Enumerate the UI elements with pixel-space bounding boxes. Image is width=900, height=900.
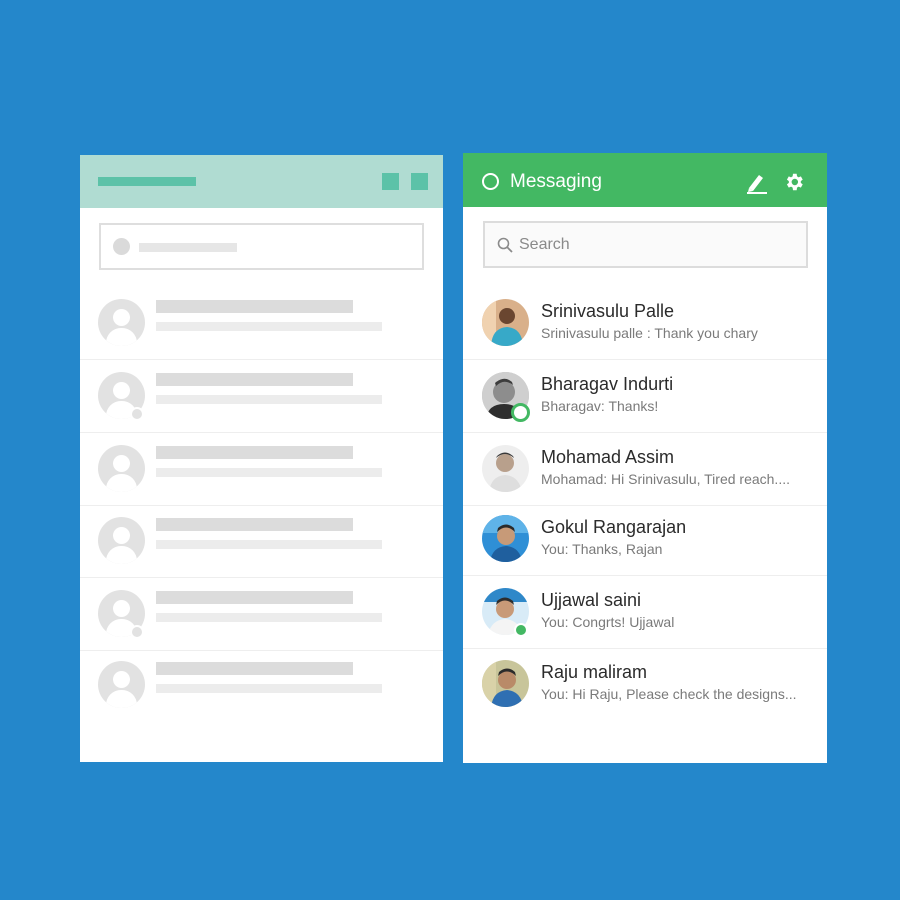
wireframe-list-item <box>80 578 443 651</box>
wireframe-line <box>156 468 382 477</box>
conversation-item[interactable]: Raju maliram You: Hi Raju, Please check … <box>463 648 827 721</box>
avatar <box>482 515 529 562</box>
wireframe-line <box>156 300 353 313</box>
messaging-panel: Messaging Srinivasulu Palle Srinivasulu … <box>463 153 827 763</box>
wireframe-list-item <box>80 287 443 360</box>
wireframe-button-placeholder <box>382 173 399 190</box>
conversation-item[interactable]: Ujjawal saini You: Congrts! Ujjawal <box>463 576 827 649</box>
conversation-name: Srinivasulu Palle <box>541 301 675 321</box>
wireframe-avatar-icon <box>98 661 145 708</box>
search-box[interactable] <box>483 221 808 268</box>
page-title: Messaging <box>510 171 602 192</box>
conversation-item[interactable]: Gokul Rangarajan You: Thanks, Rajan <box>463 503 827 576</box>
wireframe-panel <box>80 155 443 762</box>
conversation-name: Ujjawal saini <box>541 590 642 610</box>
wireframe-line <box>156 540 382 549</box>
wireframe-line <box>156 446 353 459</box>
conversation-preview: You: Hi Raju, Please check the designs..… <box>541 686 797 702</box>
wireframe-status-dot <box>130 407 144 421</box>
wireframe-line <box>156 613 382 622</box>
conversation-item[interactable]: Mohamad Assim Mohamad: Hi Srinivasulu, T… <box>463 433 827 506</box>
wireframe-search-placeholder <box>99 223 424 270</box>
conversation-preview: Bharagav: Thanks! <box>541 398 659 414</box>
avatar <box>482 445 529 492</box>
online-status-icon <box>514 623 528 637</box>
wireframe-line <box>156 662 353 675</box>
conversation-name: Gokul Rangarajan <box>541 517 687 537</box>
wireframe-search-icon <box>113 238 130 255</box>
wireframe-line <box>156 373 353 386</box>
wireframe-line <box>156 518 353 531</box>
conversation-name: Bharagav Indurti <box>541 374 674 394</box>
avatar <box>482 299 529 346</box>
wireframe-list-item <box>80 505 443 578</box>
conversation-name: Raju maliram <box>541 662 648 682</box>
wireframe-avatar-icon <box>98 299 145 346</box>
wireframe-search-text-placeholder <box>139 243 237 252</box>
wireframe-list-item <box>80 649 443 722</box>
search-icon <box>497 237 513 253</box>
wireframe-avatar-icon <box>98 517 145 564</box>
wireframe-list-item <box>80 360 443 433</box>
wireframe-status-dot <box>130 625 144 639</box>
wireframe-header <box>80 155 443 208</box>
wireframe-line <box>156 684 382 693</box>
wireframe-line <box>156 591 353 604</box>
gear-icon[interactable] <box>783 171 805 193</box>
search-input[interactable] <box>519 235 789 255</box>
conversation-preview: Srinivasulu palle : Thank you chary <box>541 325 758 341</box>
conversation-preview: Mohamad: Hi Srinivasulu, Tired reach.... <box>541 471 790 487</box>
wireframe-list-item <box>80 433 443 506</box>
online-status-icon <box>511 403 530 422</box>
wireframe-line <box>156 322 382 331</box>
avatar <box>482 660 529 707</box>
conversation-preview: You: Congrts! Ujjawal <box>541 614 675 630</box>
conversation-item[interactable]: Bharagav Indurti Bharagav: Thanks! <box>463 360 827 433</box>
wireframe-line <box>156 395 382 404</box>
conversation-preview: You: Thanks, Rajan <box>541 541 663 557</box>
compose-icon[interactable] <box>746 172 768 194</box>
conversation-item[interactable]: Srinivasulu Palle Srinivasulu palle : Th… <box>463 287 827 360</box>
messaging-header: Messaging <box>463 153 827 207</box>
status-circle-icon[interactable] <box>482 173 499 190</box>
wireframe-avatar-icon <box>98 445 145 492</box>
wireframe-title-placeholder <box>98 177 196 186</box>
conversation-name: Mohamad Assim <box>541 447 675 467</box>
wireframe-button-placeholder <box>411 173 428 190</box>
